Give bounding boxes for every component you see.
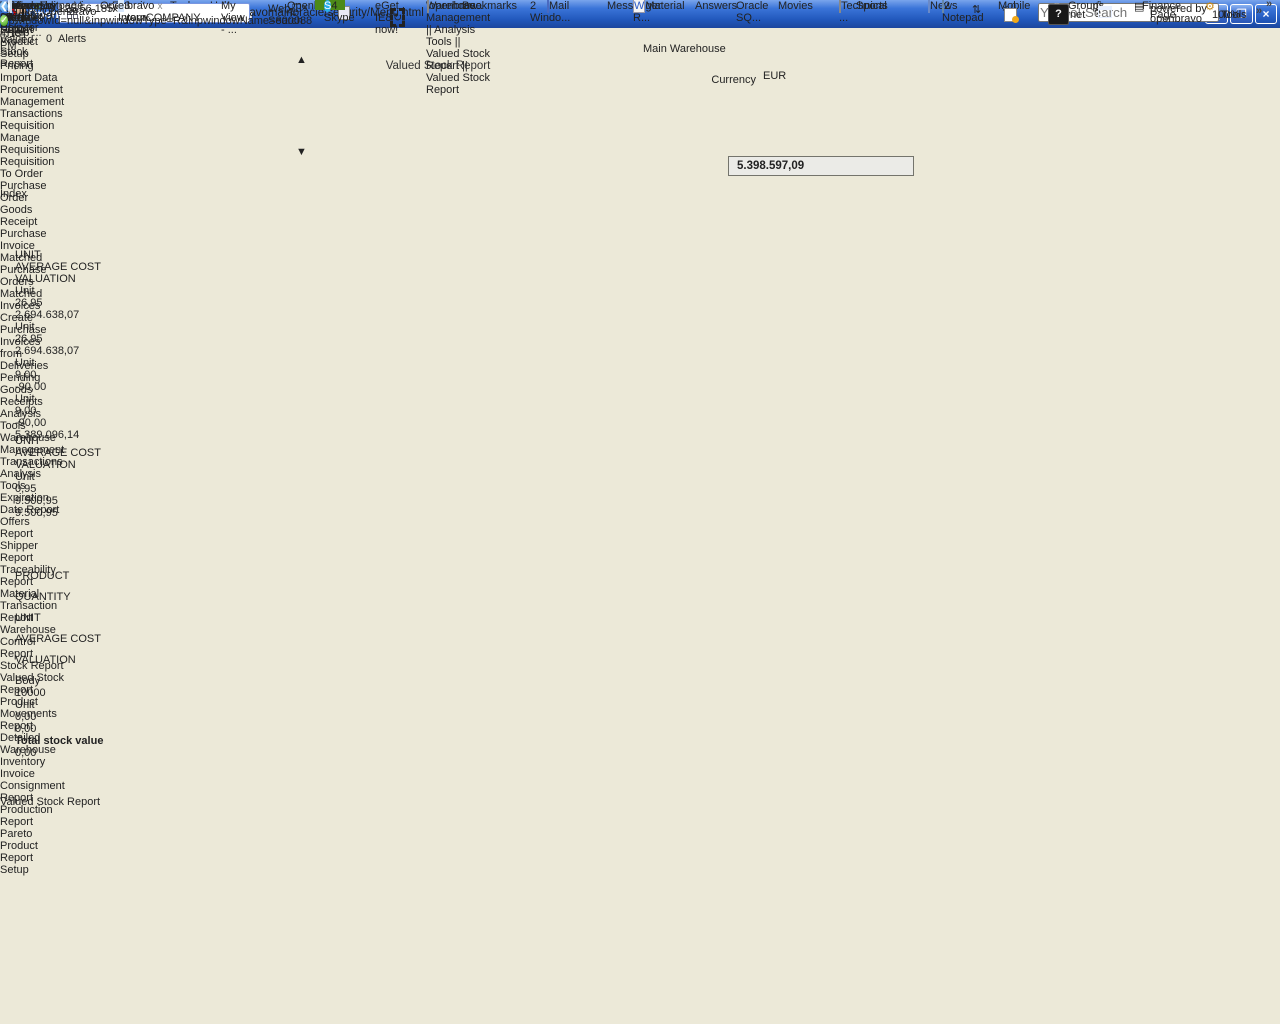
refresh-icon[interactable]: ↻	[390, 8, 405, 27]
taskbar-button-word[interactable]: WMaterial R...	[633, 0, 685, 24]
warehouse-select[interactable]: Main Warehouse	[643, 43, 897, 55]
scrollbar-thumb[interactable]	[296, 66, 312, 146]
powered-by-logo: powered by openbravo	[1140, 1, 1262, 37]
antivirus-check-tray-icon[interactable]: ✓	[0, 15, 8, 26]
currency-select[interactable]: EUR	[763, 70, 897, 82]
system-tray: ❮ ✓ 4:13 PM	[0, 0, 21, 52]
tray-clock[interactable]: 4:13 PM	[0, 28, 21, 52]
panel-divider[interactable]	[0, 210, 238, 620]
movies-menu[interactable]: Movies	[778, 0, 813, 12]
edit-help-button[interactable]	[0, 818, 46, 840]
scroll-up-icon[interactable]: ▲	[296, 54, 312, 66]
question-app-icon[interactable]: ?	[1048, 4, 1069, 25]
taskbar-button-ie-group[interactable]: e3 Intern...	[118, 0, 155, 24]
popup-body: Index Valued Stock Report Valued Stock R…	[0, 0, 238, 840]
taskbar-button-openbravo[interactable]: openbrav...	[427, 0, 483, 12]
scroll-down-icon[interactable]: ▼	[296, 146, 312, 158]
report-highlight-box	[0, 620, 238, 796]
taskbar-button-windows-group[interactable]: 2 Windo...	[530, 0, 570, 24]
report-help-text: Valued Stock Report	[348, 60, 528, 72]
taskbar-button-oracle[interactable]: Oracle SQ...	[736, 0, 768, 24]
taskbar-button-firefox[interactable]: My View - ...	[221, 0, 245, 36]
report-tab-button[interactable]: Valued Stock Report	[0, 796, 138, 818]
popup-close-button[interactable]: ×	[302, 2, 308, 15]
index-button[interactable]: Index	[0, 188, 60, 210]
status-zoom-level[interactable]: 100%	[1212, 9, 1240, 21]
tabs-overflow-chevron[interactable]: »	[1266, 0, 1272, 10]
taskbar-button-skype-group[interactable]: S4 Skype	[324, 0, 355, 24]
grand-total-value: 5.398.597,09	[728, 156, 914, 176]
sidebar-item[interactable]: Setup	[0, 864, 65, 876]
network-tray-icon[interactable]	[10, 0, 12, 13]
breadcrumb: Warehouse Management || Analysis Tools |…	[426, 0, 490, 96]
taskbar-button-notepad-group[interactable]: 2 Notepad	[942, 0, 984, 24]
answers-menu[interactable]: Answers	[695, 0, 737, 12]
taskbar-button-technical[interactable]: Technical ...	[839, 0, 887, 24]
layout-app-icon[interactable]	[1098, 6, 1112, 18]
openbravo-swirl-icon	[1205, 16, 1212, 23]
popup-maximize-button[interactable]: ❐	[292, 2, 302, 15]
currency-label: Currency	[676, 74, 756, 86]
page-error-icon	[1004, 8, 1017, 22]
